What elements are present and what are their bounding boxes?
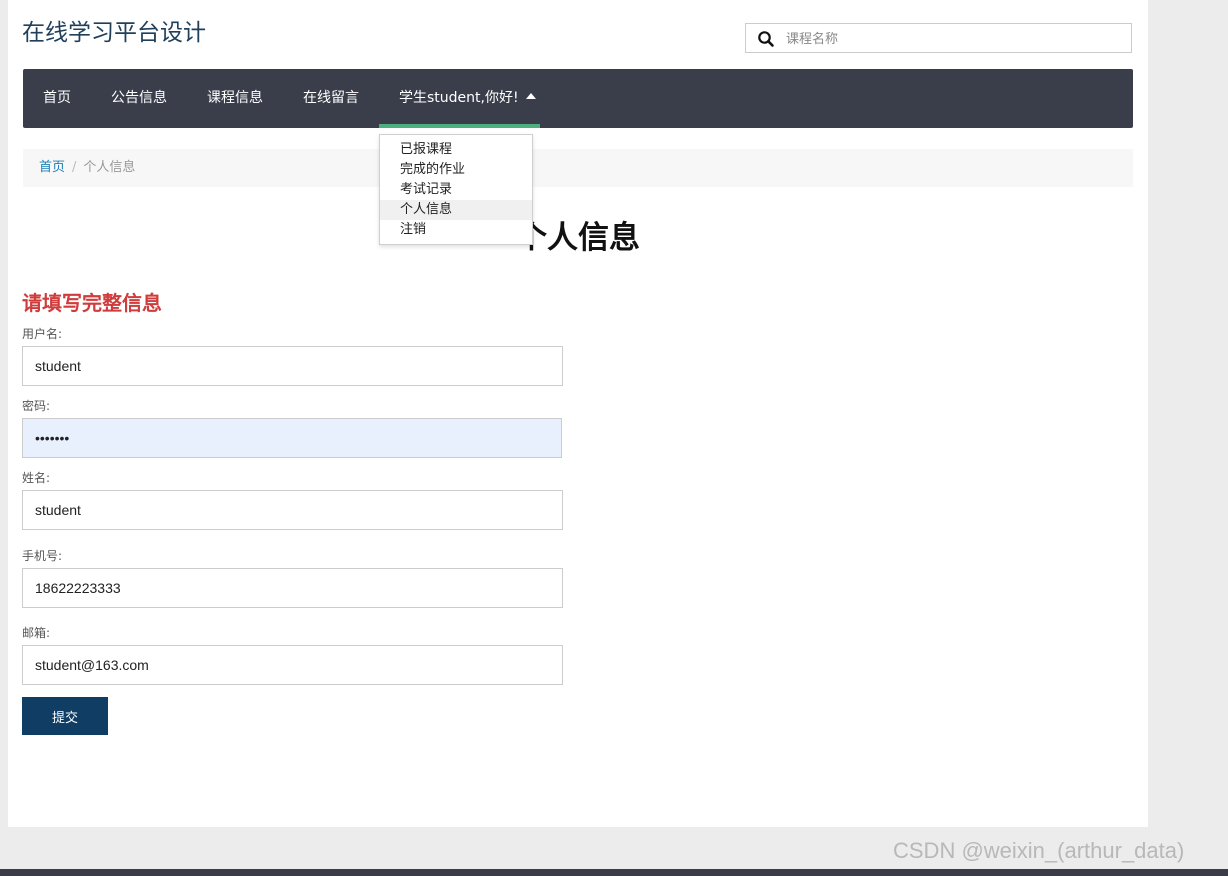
name-field[interactable] [22,490,563,530]
bottom-bar [0,869,1228,876]
password-label: 密码: [22,399,51,413]
dropdown-item-enrolled-courses[interactable]: 已报课程 [380,140,532,160]
breadcrumb-separator: / [72,160,77,175]
user-dropdown-menu: 已报课程 完成的作业 考试记录 个人信息 注销 [379,134,533,245]
page-container: 在线学习平台设计 首页 公告信息 课程信息 在线留言 学生student,你好!… [8,0,1148,827]
password-field[interactable] [22,418,562,458]
dropdown-item-exam-records[interactable]: 考试记录 [380,180,532,200]
nav-item-courses[interactable]: 课程信息 [207,69,263,128]
caret-up-icon [525,93,536,99]
page-title: 个人信息 [516,220,640,256]
user-greeting: 学生student,你好! [399,90,519,106]
username-field[interactable] [22,346,563,386]
dropdown-item-logout[interactable]: 注销 [380,220,532,240]
nav-item-home[interactable]: 首页 [43,69,71,128]
breadcrumb-current: 个人信息 [83,160,136,175]
dropdown-item-completed-homework[interactable]: 完成的作业 [380,160,532,180]
nav-item-announcements[interactable]: 公告信息 [111,69,167,128]
dropdown-item-profile[interactable]: 个人信息 [380,200,532,220]
nav-item-user-menu[interactable]: 学生student,你好! [379,69,540,128]
username-label: 用户名: [22,327,63,341]
name-label: 姓名: [22,471,51,485]
main-navbar: 首页 公告信息 课程信息 在线留言 学生student,你好! [23,69,1133,128]
email-label: 邮箱: [22,626,51,640]
watermark: CSDN @weixin_(arthur_data) [893,838,1185,863]
submit-button[interactable]: 提交 [22,697,108,735]
phone-field[interactable] [22,568,563,608]
breadcrumb: 首页 / 个人信息 [23,149,1133,187]
nav-item-messages[interactable]: 在线留言 [303,69,359,128]
site-title: 在线学习平台设计 [22,20,206,46]
search-input[interactable] [784,28,1118,50]
search-icon[interactable] [757,30,775,48]
breadcrumb-home-link[interactable]: 首页 [39,160,65,175]
search-box[interactable] [745,23,1132,53]
phone-label: 手机号: [22,549,63,563]
email-field[interactable] [22,645,563,685]
form-heading: 请填写完整信息 [22,291,162,315]
